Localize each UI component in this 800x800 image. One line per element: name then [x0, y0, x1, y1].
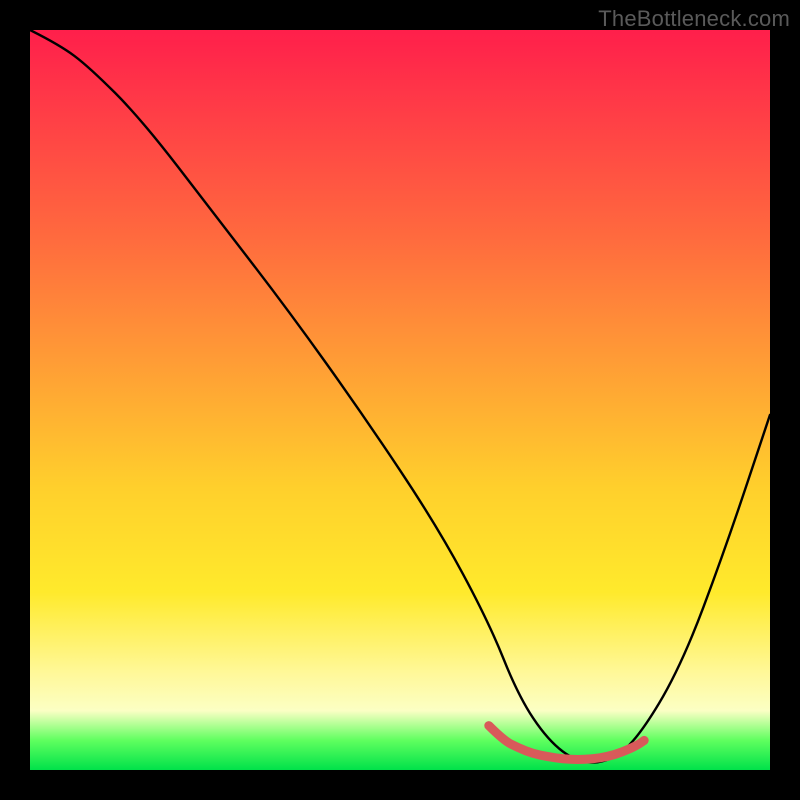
watermark-text: TheBottleneck.com [598, 6, 790, 32]
chart-frame: TheBottleneck.com [0, 0, 800, 800]
curve-layer [30, 30, 770, 770]
bottleneck-curve [30, 30, 770, 763]
plot-area [30, 30, 770, 770]
